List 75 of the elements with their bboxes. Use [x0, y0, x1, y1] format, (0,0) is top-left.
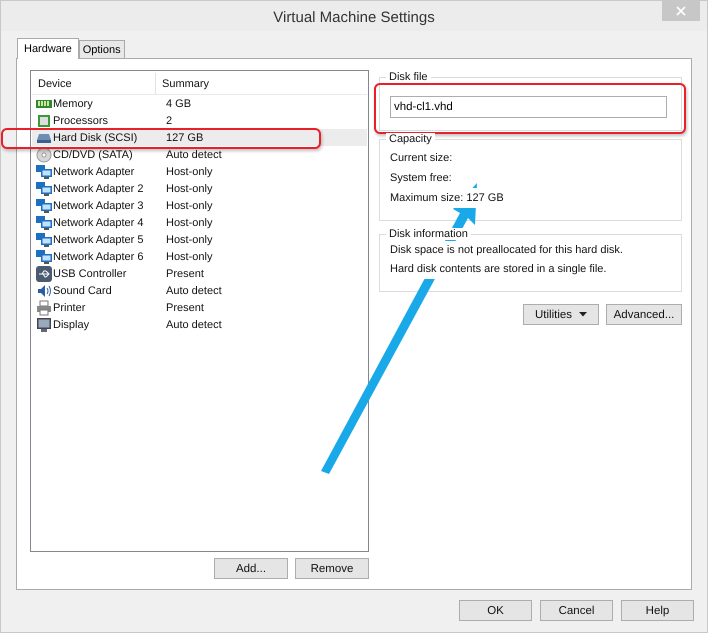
device-name: USB Controller	[53, 268, 126, 280]
device-name: Display	[53, 318, 90, 330]
device-summary: Auto detect	[165, 148, 222, 160]
network-icon	[36, 214, 52, 230]
action-button[interactable]: Advanced...	[606, 304, 682, 325]
group-label: Disk file	[386, 71, 431, 83]
device-row[interactable]: Sound Card Auto detect	[32, 282, 367, 299]
network-icon	[36, 232, 52, 248]
device-row[interactable]: Memory 4 GB	[32, 95, 367, 112]
disc-icon	[36, 146, 52, 162]
device-summary: Host-only	[165, 200, 212, 212]
device-summary: Auto detect	[165, 318, 222, 330]
tab[interactable]: Options	[78, 40, 125, 58]
device-summary: Host-only	[165, 182, 212, 194]
device-summary: 127 GB	[165, 132, 204, 144]
device-summary: Host-only	[165, 250, 212, 262]
device-row[interactable]: Network Adapter 2 Host-only	[32, 180, 367, 197]
device-name: Network Adapter 6	[53, 250, 144, 262]
column-header[interactable]: Summary	[156, 73, 210, 94]
device-row[interactable]: Printer Present	[32, 299, 367, 316]
info-text: Hard disk contents are stored in a single file.	[390, 260, 606, 279]
dialog-button[interactable]: Help	[621, 600, 694, 621]
device-name: Network Adapter 4	[53, 216, 144, 228]
speaker-icon	[36, 282, 52, 298]
usb-icon	[36, 266, 52, 282]
device-row[interactable]: Network Adapter 4 Host-only	[32, 214, 367, 231]
network-icon	[36, 248, 52, 264]
device-summary: Auto detect	[165, 284, 222, 296]
device-row[interactable]: Network Adapter 5 Host-only	[32, 231, 367, 248]
device-summary: 4 GB	[165, 98, 192, 110]
device-row[interactable]: Display Auto detect	[32, 316, 367, 333]
device-name: Processors	[53, 114, 108, 126]
device-summary: 2	[165, 114, 172, 126]
info-text: Disk space is not preallocated for this hard disk.	[390, 241, 623, 260]
device-name: Printer	[53, 302, 86, 314]
device-name: Network Adapter 3	[53, 200, 144, 212]
list-button[interactable]: Add...	[214, 558, 288, 579]
disk-file-field[interactable]: vhd-cl1.vhd	[390, 96, 667, 118]
capacity-text: Maximum size: 127 GB	[390, 188, 504, 208]
window-title: Virtual Machine Settings	[273, 8, 435, 26]
device-summary: Host-only	[165, 234, 212, 246]
device-name: Sound Card	[53, 284, 112, 296]
printer-icon	[36, 300, 52, 316]
device-row[interactable]: Hard Disk (SCSI) 127 GB	[32, 129, 367, 146]
network-icon	[36, 180, 52, 196]
group-label: Capacity	[386, 133, 435, 145]
device-row[interactable]: Network Adapter 3 Host-only	[32, 197, 367, 214]
action-button[interactable]: Utilities	[523, 304, 599, 325]
dialog-button[interactable]: OK	[459, 600, 532, 621]
network-icon	[36, 198, 52, 214]
device-name: Memory	[53, 98, 93, 110]
close-icon	[676, 6, 686, 16]
list-button[interactable]: Remove	[295, 558, 369, 579]
monitor-icon	[36, 316, 52, 332]
device-row[interactable]: Processors 2	[32, 112, 367, 129]
device-row[interactable]: CD/DVD (SATA) Auto detect	[32, 146, 367, 163]
device-name: Hard Disk (SCSI)	[53, 132, 138, 144]
tab[interactable]: Hardware	[17, 38, 79, 59]
close-button[interactable]	[662, 1, 700, 21]
column-header[interactable]: Device	[32, 73, 156, 94]
network-icon	[36, 164, 52, 180]
chip-icon	[36, 112, 52, 128]
device-row[interactable]: Network Adapter Host-only	[32, 163, 367, 180]
device-summary: Host-only	[165, 216, 212, 228]
group-label: Disk information	[386, 228, 471, 240]
device-row[interactable]: Network Adapter 6 Host-only	[32, 248, 367, 265]
device-name: CD/DVD (SATA)	[53, 148, 133, 160]
dialog-button[interactable]: Cancel	[540, 600, 613, 621]
device-name: Network Adapter 5	[53, 234, 144, 246]
device-summary: Host-only	[165, 166, 212, 178]
device-summary: Present	[165, 302, 204, 314]
device-name: Network Adapter 2	[53, 182, 144, 194]
device-summary: Present	[165, 268, 204, 280]
device-name: Network Adapter	[53, 166, 134, 178]
device-row[interactable]: USB Controller Present	[32, 265, 367, 282]
